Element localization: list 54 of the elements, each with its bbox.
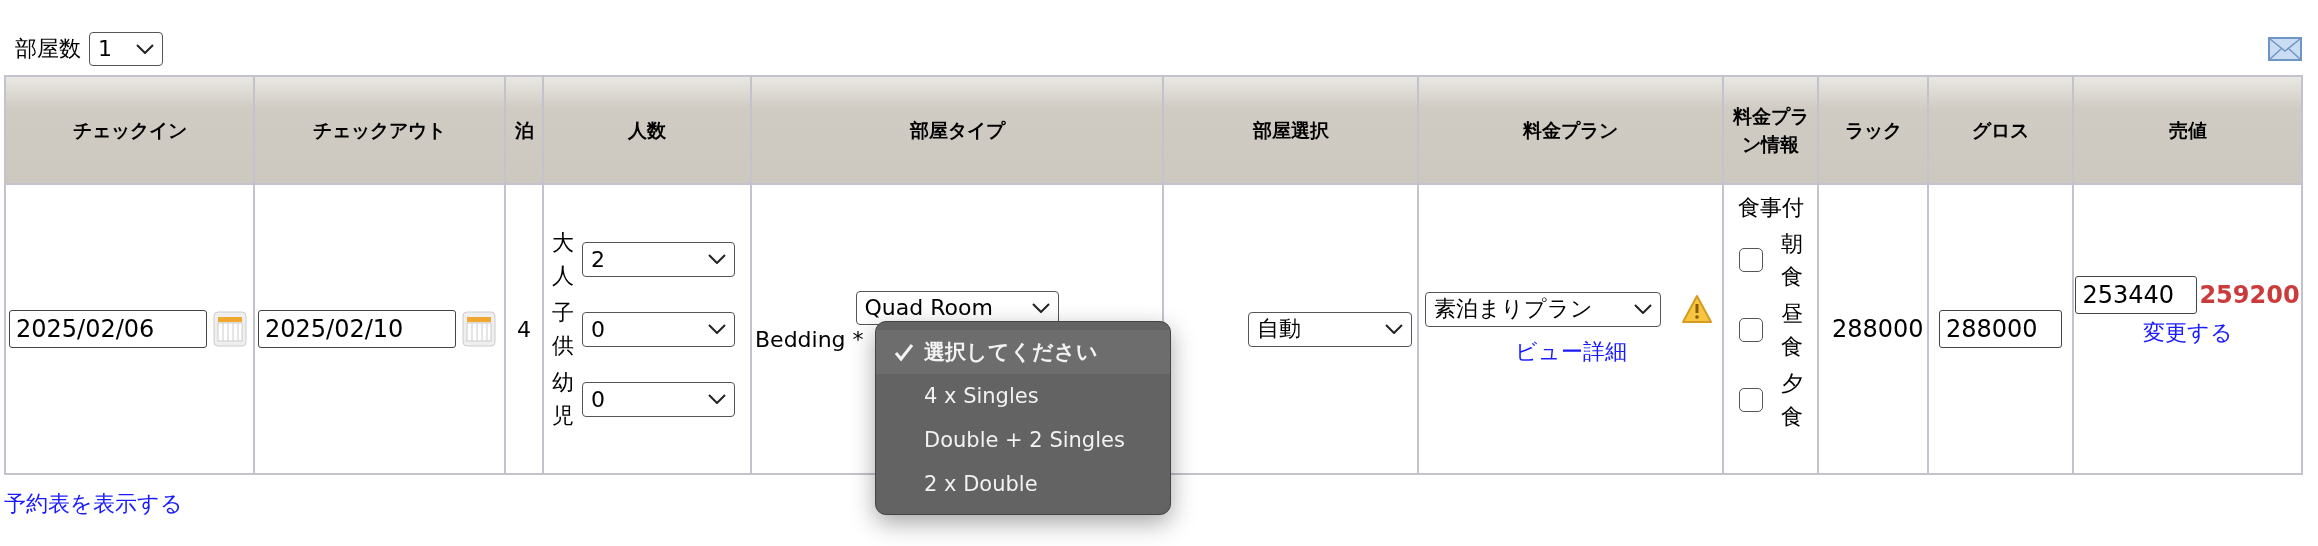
sale-price-field[interactable]: 253440: [2075, 276, 2198, 314]
chevron-icon: [1634, 304, 1652, 314]
meal-label: 昼食: [1780, 300, 1803, 361]
dropdown-option[interactable]: 選択してください: [876, 329, 1170, 374]
dropdown-option[interactable]: Double + 2 Singles: [876, 417, 1170, 462]
column-header: 料金プラン情報: [1723, 76, 1818, 184]
room-count-select[interactable]: 1: [89, 31, 163, 66]
guest-count-select[interactable]: 2: [582, 241, 735, 277]
bedding-label: Bedding *: [755, 326, 864, 352]
checkmark-icon: [894, 341, 914, 362]
dropdown-option[interactable]: 2 x Double: [876, 461, 1170, 506]
room-type-select[interactable]: Quad Room: [855, 290, 1059, 325]
chevron-icon: [708, 394, 726, 404]
chevron-icon: [1031, 302, 1050, 313]
chevron-icon: [708, 324, 726, 334]
column-header: ラック: [1818, 76, 1928, 184]
guest-count-select[interactable]: 0: [582, 311, 735, 347]
rack-price: 288000: [1832, 315, 1924, 343]
date-field[interactable]: 2025/02/06: [9, 310, 207, 348]
column-header: 部屋選択: [1163, 76, 1418, 184]
meals-title: 食事付: [1737, 194, 1804, 222]
column-header: チェックアウト: [254, 76, 505, 184]
gross-price-field[interactable]: 288000: [1939, 310, 2062, 348]
meal-checkbox[interactable]: [1738, 248, 1763, 272]
chevron-icon: [136, 43, 154, 54]
guest-label: 大人: [552, 229, 574, 290]
sale-price: 259200: [2199, 281, 2300, 309]
room-count-label: 部屋数: [15, 34, 81, 63]
guest-label: 幼児: [552, 369, 574, 430]
dropdown-option[interactable]: 4 x Singles: [876, 373, 1170, 418]
room-select[interactable]: 自動: [1248, 311, 1412, 347]
column-header: 泊: [505, 76, 543, 184]
meal-checkbox[interactable]: [1738, 388, 1763, 412]
column-header: 部屋タイプ: [751, 76, 1163, 184]
guest-label: 子供: [552, 299, 574, 360]
meal-checkbox[interactable]: [1738, 318, 1763, 342]
change-link[interactable]: 変更する: [2142, 318, 2233, 348]
meal-label: 夕食: [1780, 370, 1803, 431]
show-reservation-link[interactable]: 予約表を表示する: [4, 491, 183, 516]
column-header: グロス: [1928, 76, 2073, 184]
nights-text: 4: [517, 316, 531, 342]
column-header: 料金プラン: [1418, 76, 1723, 184]
column-header: 人数: [543, 76, 751, 184]
warning-icon: [1681, 294, 1713, 324]
chevron-icon: [708, 254, 726, 264]
rate-plan-select[interactable]: 素泊まりプラン: [1425, 291, 1661, 327]
column-header: チェックイン: [5, 76, 254, 184]
chevron-icon: [1385, 324, 1403, 334]
date-field[interactable]: 2025/02/10: [258, 310, 456, 348]
column-header: 売値: [2073, 76, 2302, 184]
guest-count-select[interactable]: 0: [582, 381, 735, 417]
meal-label: 朝食: [1780, 230, 1803, 291]
view-details-link[interactable]: ビュー詳細: [1515, 336, 1627, 367]
mail-icon[interactable]: [2268, 36, 2302, 61]
